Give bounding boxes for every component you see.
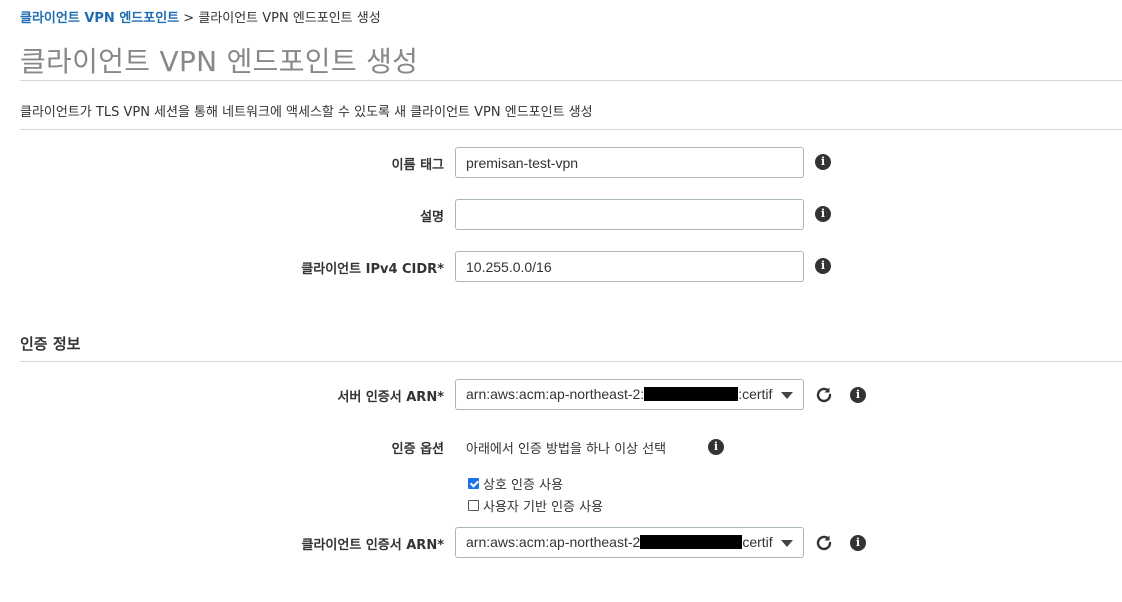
name-tag-input[interactable] [455, 147, 804, 178]
client-cert-value-prefix: arn:aws:acm:ap-northeast-2 [466, 534, 641, 550]
info-icon[interactable]: i [850, 387, 866, 403]
name-tag-label: 이름 태그 [391, 158, 444, 173]
client-cert-label: 클라이언트 인증서 ARN* [301, 538, 444, 553]
info-icon[interactable]: i [708, 439, 724, 455]
client-cidr-label: 클라이언트 IPv4 CIDR* [301, 262, 444, 277]
title-divider [20, 80, 1122, 81]
client-cert-select[interactable]: arn:aws:acm:ap-northeast-2 certif [455, 527, 804, 558]
breadcrumb-link-client-vpn-endpoints[interactable]: 클라이언트 VPN 엔드포인트 [20, 11, 179, 26]
client-cidr-input[interactable] [455, 251, 804, 282]
server-cert-select[interactable]: arn:aws:acm:ap-northeast-2: :certif [455, 379, 804, 410]
description-divider [20, 129, 1122, 130]
page-description: 클라이언트가 TLS VPN 세션을 통해 네트워크에 액세스할 수 있도록 새… [20, 105, 593, 120]
page-title: 클라이언트 VPN 엔드포인트 생성 [20, 45, 419, 78]
client-cert-value-suffix: certif [742, 534, 773, 550]
redacted-account-id [644, 387, 739, 401]
auth-options-hint: 아래에서 인증 방법을 하나 이상 선택 [466, 442, 667, 457]
description-input[interactable] [455, 199, 804, 230]
server-cert-label: 서버 인증서 ARN* [337, 390, 444, 405]
auth-section-divider [20, 361, 1122, 362]
info-icon[interactable]: i [850, 535, 866, 551]
refresh-icon[interactable] [814, 533, 834, 553]
checkbox-checked-icon[interactable] [468, 478, 479, 489]
refresh-icon[interactable] [814, 385, 834, 405]
user-based-auth-option[interactable]: 사용자 기반 인증 사용 [468, 496, 603, 515]
mutual-auth-label: 상호 인증 사용 [483, 478, 564, 493]
server-cert-value-prefix: arn:aws:acm:ap-northeast-2: [466, 386, 645, 402]
breadcrumb-separator: > [183, 11, 195, 26]
description-label: 설명 [420, 210, 444, 225]
checkbox-unchecked-icon[interactable] [468, 500, 479, 511]
breadcrumb-current: 클라이언트 VPN 엔드포인트 생성 [198, 11, 381, 26]
breadcrumb: 클라이언트 VPN 엔드포인트 > 클라이언트 VPN 엔드포인트 생성 [20, 7, 381, 26]
auth-options-label: 인증 옵션 [391, 442, 444, 457]
info-icon[interactable]: i [815, 206, 831, 222]
info-icon[interactable]: i [815, 154, 831, 170]
info-icon[interactable]: i [815, 258, 831, 274]
user-based-auth-label: 사용자 기반 인증 사용 [483, 500, 604, 515]
section-title-auth: 인증 정보 [20, 335, 81, 353]
caret-down-icon [781, 540, 793, 547]
mutual-auth-option[interactable]: 상호 인증 사용 [468, 474, 563, 493]
server-cert-value-suffix: :certif [738, 386, 773, 402]
redacted-account-id [640, 535, 743, 549]
caret-down-icon [781, 392, 793, 399]
